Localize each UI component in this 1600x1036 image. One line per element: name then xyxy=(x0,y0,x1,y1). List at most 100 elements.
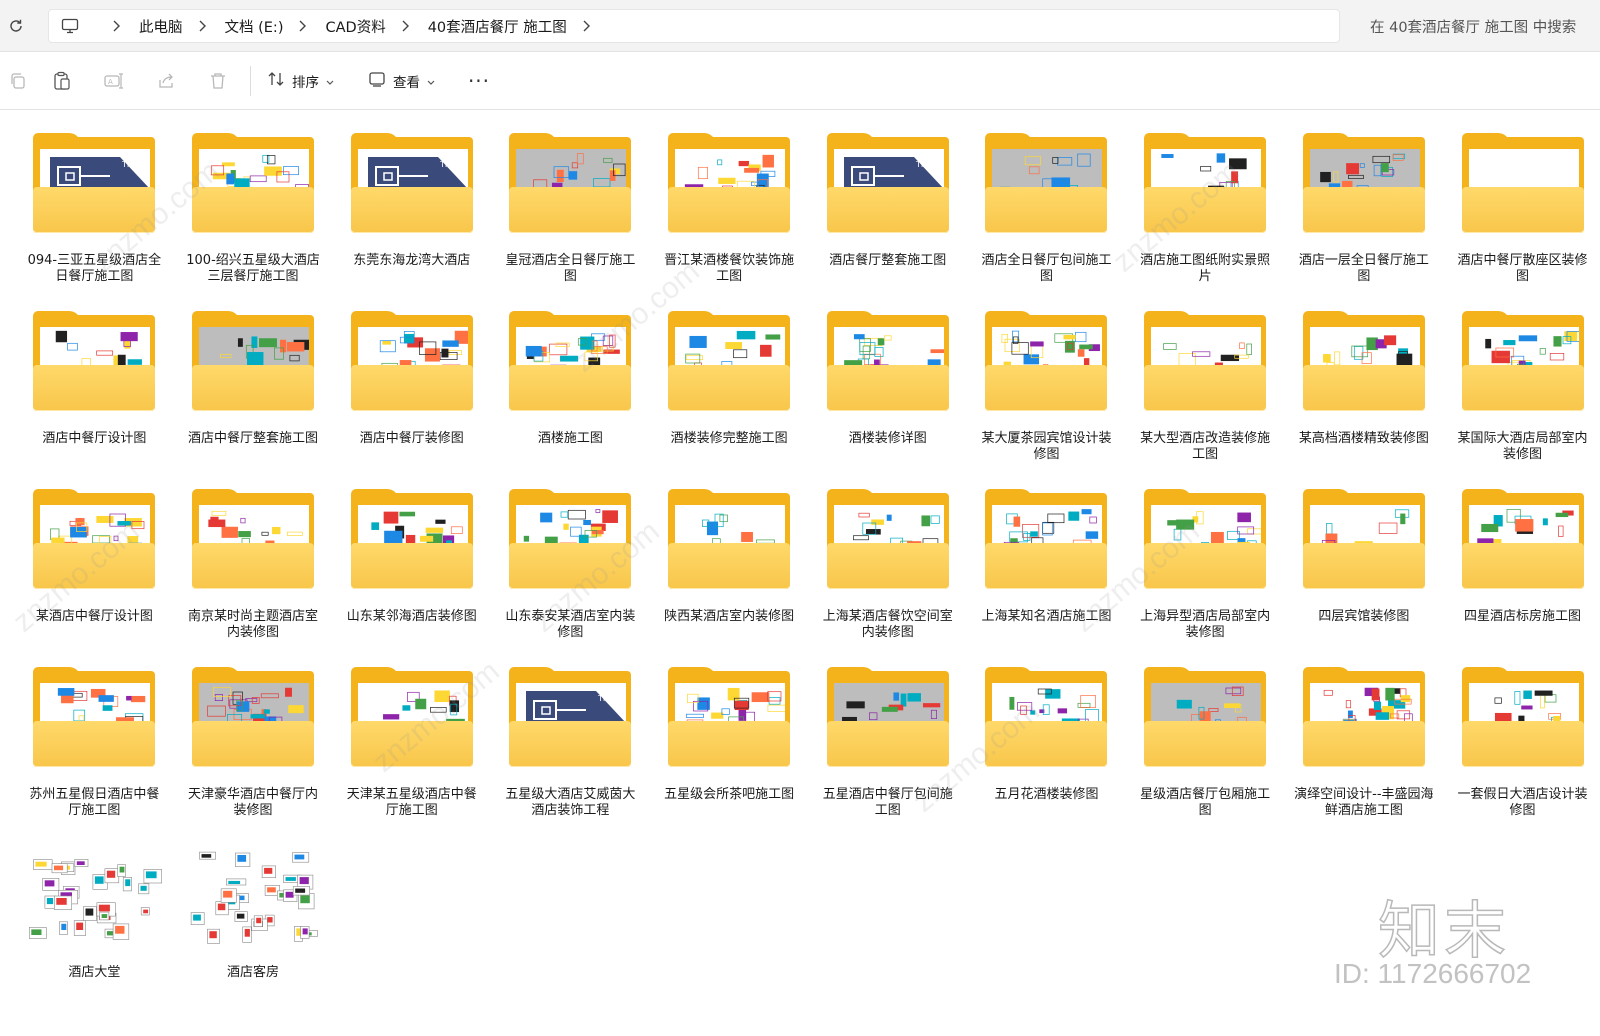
folder-icon xyxy=(985,667,1108,773)
folder-item[interactable]: 上海异型酒店局部室内装修图 xyxy=(1126,479,1285,657)
breadcrumb-item-drive[interactable]: 文档 (E:) xyxy=(225,16,284,37)
folder-item[interactable]: 天津某五星级酒店中餐厅施工图 xyxy=(332,657,491,835)
item-label: 酒楼装修详图 xyxy=(848,431,927,446)
item-label: 酒店客房 xyxy=(227,965,280,980)
item-label: 酒店大堂 xyxy=(68,965,121,980)
file-item[interactable]: 酒店大堂 xyxy=(15,835,174,1013)
delete-icon[interactable] xyxy=(192,61,244,101)
refresh-icon[interactable] xyxy=(6,16,26,36)
breadcrumb[interactable]: 此电脑 文档 (E:) CAD资料 40套酒店餐厅 施工图 xyxy=(48,9,1340,43)
item-label: 苏州五星假日酒店中餐厅施工图 xyxy=(29,787,160,818)
chevron-down-icon xyxy=(326,71,334,90)
folder-item[interactable]: 皇冠酒店全日餐厅施工图 xyxy=(491,123,650,301)
folder-icon xyxy=(1302,489,1425,595)
folder-item[interactable]: 酒楼装修详图 xyxy=(808,301,967,479)
item-label: 100-绍兴五星级大酒店三层餐厅施工图 xyxy=(186,253,320,284)
folder-item[interactable]: 南京某时尚主题酒店室内装修图 xyxy=(174,479,333,657)
item-label: 上海某酒店餐饮空间室内装修图 xyxy=(822,609,953,640)
folder-item[interactable]: 星级酒店餐厅包厢施工图 xyxy=(1126,657,1285,835)
folder-item[interactable]: 山东某邻海酒店装修图 xyxy=(332,479,491,657)
folder-item[interactable]: 酒店中餐厅散座区装修图 xyxy=(1443,123,1600,301)
item-label: 五星级会所茶吧施工图 xyxy=(664,787,795,802)
breadcrumb-item-cad[interactable]: CAD资料 xyxy=(325,16,385,37)
folder-item[interactable]: 酒店中餐厅整套施工图 xyxy=(174,301,333,479)
item-label: 某国际大酒店局部室内装修图 xyxy=(1457,431,1588,462)
item-label: 晋江某酒楼餐饮装饰施工图 xyxy=(664,253,795,284)
folder-icon xyxy=(192,667,315,773)
folder-icon xyxy=(350,489,473,595)
folder-item[interactable]: 天津豪华酒店中餐厅内装修图 xyxy=(174,657,333,835)
folder-item[interactable]: 山东泰安某酒店室内装修图 xyxy=(491,479,650,657)
folder-item[interactable]: 某大厦茶园宾馆设计装修图 xyxy=(967,301,1126,479)
share-icon[interactable] xyxy=(140,61,192,101)
folder-item[interactable]: 酒店一层全日餐厅施工图 xyxy=(1285,123,1444,301)
item-label: 山东某邻海酒店装修图 xyxy=(346,609,477,624)
folder-item[interactable]: 五月花酒楼装修图 xyxy=(967,657,1126,835)
folder-item[interactable]: 五星酒店中餐厅包间施工图 xyxy=(808,657,967,835)
folder-item[interactable]: 上海某知名酒店施工图 xyxy=(967,479,1126,657)
search-input[interactable]: 在 40套酒店餐厅 施工图 中搜索 xyxy=(1356,9,1600,43)
file-item[interactable]: 酒店客房 xyxy=(174,835,333,1013)
folder-icon xyxy=(192,311,315,417)
item-label: 酒店全日餐厅包间施工图 xyxy=(981,253,1112,284)
folder-item[interactable]: 上海某酒店餐饮空间室内装修图 xyxy=(808,479,967,657)
sort-button[interactable]: 排序 xyxy=(257,63,344,99)
folder-item[interactable]: 某国际大酒店局部室内装修图 xyxy=(1443,301,1600,479)
copy-icon[interactable] xyxy=(0,61,36,101)
folder-item[interactable]: TM 五星级大酒店艾威茵大酒店装饰工程 xyxy=(491,657,650,835)
folder-item[interactable]: 酒楼装修完整施工图 xyxy=(650,301,809,479)
paste-icon[interactable] xyxy=(36,61,88,101)
folder-icon xyxy=(985,489,1108,595)
folder-item[interactable]: 一套假日大酒店设计装修图 xyxy=(1443,657,1600,835)
folder-icon xyxy=(1144,489,1267,595)
chevron-right-icon[interactable] xyxy=(193,16,211,36)
folder-icon xyxy=(985,133,1108,239)
item-label: 四层宾馆装修图 xyxy=(1318,609,1410,624)
folder-item[interactable]: TM 094-三亚五星级酒店全日餐厅施工图 xyxy=(15,123,174,301)
folder-item[interactable]: TM 酒店餐厅整套施工图 xyxy=(808,123,967,301)
breadcrumb-item-this-pc[interactable]: 此电脑 xyxy=(139,16,183,37)
chevron-right-icon[interactable] xyxy=(107,16,125,36)
folder-item[interactable]: 演绎空间设计--丰盛园海鲜酒店施工图 xyxy=(1285,657,1444,835)
folder-icon xyxy=(33,489,156,595)
folder-icon xyxy=(1144,667,1267,773)
item-label: 酒店中餐厅整套施工图 xyxy=(188,431,319,446)
folder-item[interactable]: 酒店施工图纸附实景照片 xyxy=(1126,123,1285,301)
chevron-right-icon[interactable] xyxy=(293,16,311,36)
folder-item[interactable]: 苏州五星假日酒店中餐厅施工图 xyxy=(15,657,174,835)
svg-text:TM: TM xyxy=(121,160,134,169)
view-button[interactable]: 查看 xyxy=(358,63,445,99)
folder-item[interactable]: 四层宾馆装修图 xyxy=(1285,479,1444,657)
chevron-right-icon[interactable] xyxy=(396,16,414,36)
folder-item[interactable]: 某酒店中餐厅设计图 xyxy=(15,479,174,657)
address-bar-row: 此电脑 文档 (E:) CAD资料 40套酒店餐厅 施工图 在 40套酒店餐厅 … xyxy=(0,0,1600,52)
folder-icon xyxy=(1461,667,1584,773)
chevron-right-icon[interactable] xyxy=(577,16,595,36)
folder-item[interactable]: 酒店全日餐厅包间施工图 xyxy=(967,123,1126,301)
item-label: 酒店中餐厅设计图 xyxy=(42,431,147,446)
svg-text:TM: TM xyxy=(915,160,928,169)
more-options-button[interactable]: ··· xyxy=(459,63,499,99)
item-label: 酒店施工图纸附实景照片 xyxy=(1140,253,1271,284)
folder-item[interactable]: 五星级会所茶吧施工图 xyxy=(650,657,809,835)
sort-label: 排序 xyxy=(292,74,319,91)
folder-item[interactable]: 酒店中餐厅设计图 xyxy=(15,301,174,479)
folder-item[interactable]: 陕西某酒店室内装修图 xyxy=(650,479,809,657)
folder-item[interactable]: 晋江某酒楼餐饮装饰施工图 xyxy=(650,123,809,301)
item-label: 天津某五星级酒店中餐厅施工图 xyxy=(346,787,477,818)
rename-icon[interactable]: A xyxy=(88,61,140,101)
folder-item[interactable]: TM 东莞东海龙湾大酒店 xyxy=(332,123,491,301)
folder-item[interactable]: 酒楼施工图 xyxy=(491,301,650,479)
folder-item[interactable]: 100-绍兴五星级大酒店三层餐厅施工图 xyxy=(174,123,333,301)
item-label: 星级酒店餐厅包厢施工图 xyxy=(1140,787,1271,818)
item-label: 皇冠酒店全日餐厅施工图 xyxy=(505,253,636,284)
computer-icon[interactable] xyxy=(61,16,83,36)
breadcrumb-item-current[interactable]: 40套酒店餐厅 施工图 xyxy=(428,16,567,37)
folder-item[interactable]: 酒店中餐厅装修图 xyxy=(332,301,491,479)
folder-item[interactable]: 四星酒店标房施工图 xyxy=(1443,479,1600,657)
folder-item[interactable]: 某高档酒楼精致装修图 xyxy=(1285,301,1444,479)
folder-icon xyxy=(192,133,315,239)
item-label: 某酒店中餐厅设计图 xyxy=(35,609,153,624)
toolbar-divider xyxy=(250,65,251,96)
folder-item[interactable]: 某大型酒店改造装修施工图 xyxy=(1126,301,1285,479)
